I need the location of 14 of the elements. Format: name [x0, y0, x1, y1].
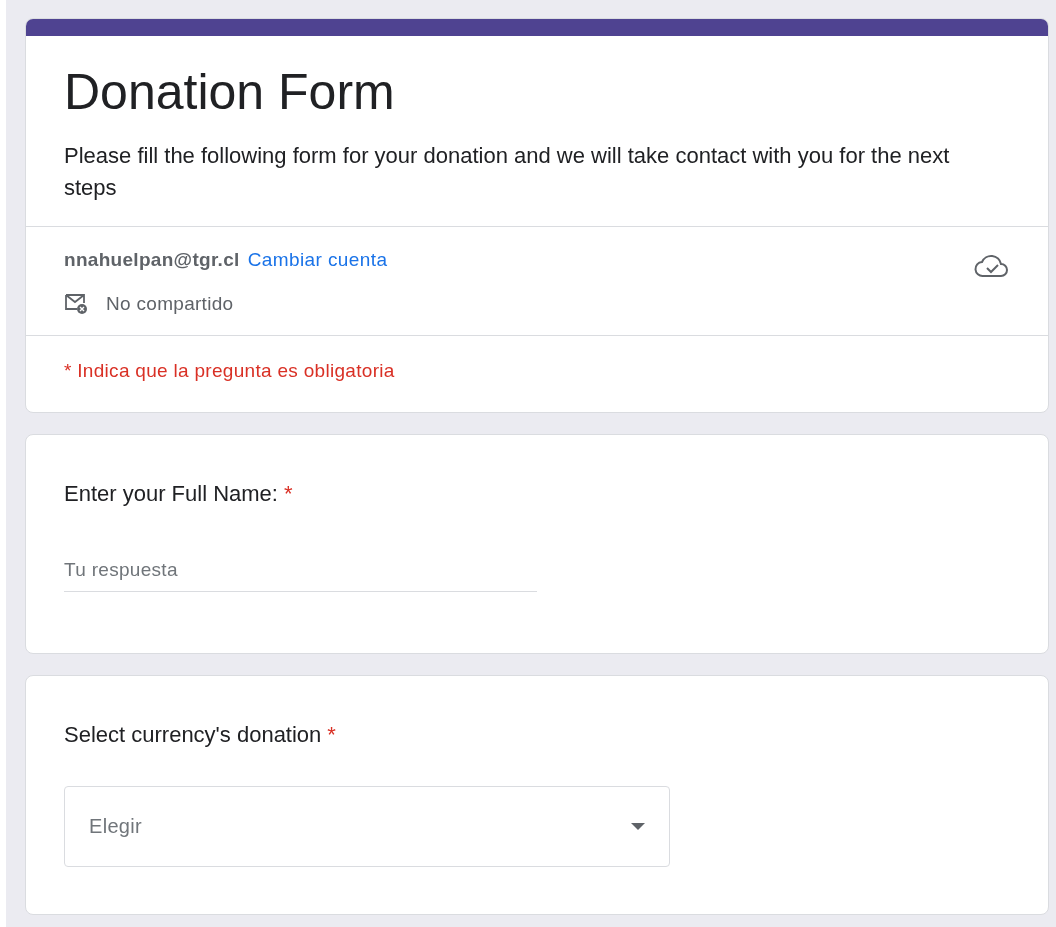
required-mark: * — [283, 481, 293, 507]
account-email: nnahuelpan@tgr.cl — [64, 249, 240, 271]
choice-dropdown[interactable]: Elegir — [64, 786, 670, 867]
caret-icon — [631, 823, 645, 830]
switch-account-link[interactable]: Cambiar cuenta — [247, 249, 388, 271]
question-label: Select currency's donation — [64, 722, 322, 748]
sharing-status: No compartido — [106, 293, 234, 315]
form-title: Donation Form — [64, 63, 396, 122]
mail-blocked-icon — [64, 293, 88, 315]
question-label: Enter your Full Name: — [64, 481, 278, 507]
form-description: Please fill the following form for your donation and we will take contact with you for the next steps — [64, 142, 951, 202]
required-mark: * — [327, 722, 336, 748]
required-note: * Indica que la pregunta es obligatoria — [64, 360, 395, 381]
cloud-check-icon — [974, 253, 1010, 279]
